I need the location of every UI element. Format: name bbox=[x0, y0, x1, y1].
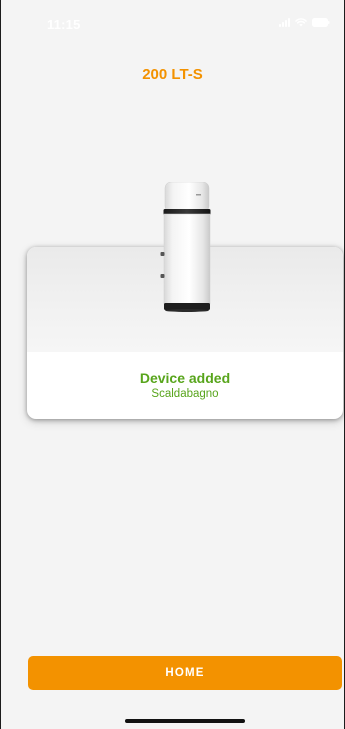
wifi-icon bbox=[295, 18, 307, 27]
status-bar: 11:15 bbox=[1, 0, 344, 50]
battery-icon bbox=[312, 18, 330, 27]
device-added-label: Device added bbox=[139, 370, 231, 386]
page-title: 200 LT-S bbox=[142, 66, 203, 83]
status-icons bbox=[279, 18, 330, 27]
home-button[interactable]: HOME bbox=[28, 656, 342, 690]
device-type-label: Scaldabagno bbox=[151, 388, 219, 400]
status-time: 11:15 bbox=[47, 17, 81, 32]
app-screen: 11:15 200 LT-S Device added Scaldabagno … bbox=[0, 0, 345, 729]
signal-icon bbox=[279, 18, 290, 27]
water-heater-image bbox=[159, 181, 215, 312]
home-indicator bbox=[125, 719, 245, 723]
